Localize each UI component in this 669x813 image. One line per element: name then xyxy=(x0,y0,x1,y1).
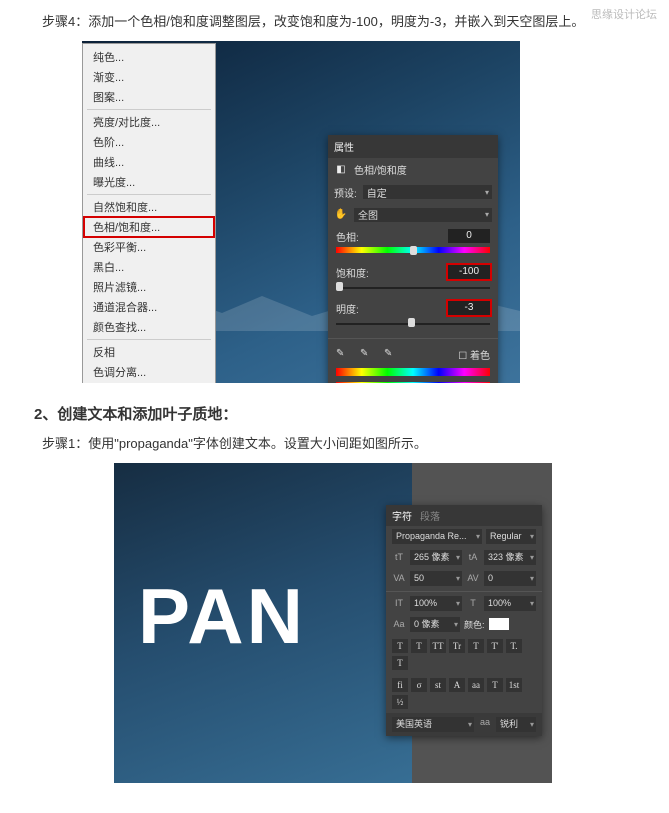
sat-label: 饱和度: xyxy=(336,265,380,280)
menu-item[interactable]: 阈值... xyxy=(83,382,215,383)
range-dropdown[interactable]: 全图 xyxy=(354,208,492,222)
kerning-icon: VA xyxy=(392,573,406,583)
hue-label: 色相: xyxy=(336,229,380,244)
menu-item-hue-sat[interactable]: 色相/饱和度... xyxy=(83,216,215,238)
eyedropper-plus-icon[interactable]: ✎ xyxy=(360,348,372,360)
type-chip[interactable]: Tr xyxy=(449,639,465,653)
tab-paragraph[interactable]: 段落 xyxy=(420,508,440,523)
leading-icon: tA xyxy=(466,552,480,562)
output-gradient xyxy=(336,382,490,383)
menu-item[interactable]: 色调分离... xyxy=(83,362,215,382)
eyedropper-minus-icon[interactable]: ✎ xyxy=(384,348,396,360)
type-chip[interactable]: TT xyxy=(430,639,446,653)
sat-slider-thumb[interactable] xyxy=(336,282,343,291)
input-gradient xyxy=(336,368,490,376)
ot-chip[interactable]: σ xyxy=(411,678,427,692)
properties-panel: 属性 ◧ 色相/饱和度 预设: 自定 ✋ 全图 色相: 0 饱和度: -100 … xyxy=(328,135,498,383)
adjustment-menu: 纯色... 渐变... 图案... 亮度/对比度... 色阶... 曲线... … xyxy=(82,43,216,383)
adjustment-type-icon: ◧ xyxy=(334,162,348,176)
menu-item[interactable]: 图案... xyxy=(83,87,215,107)
type-chip[interactable]: T xyxy=(411,639,427,653)
light-slider-thumb[interactable] xyxy=(408,318,415,327)
menu-item[interactable]: 色阶... xyxy=(83,132,215,152)
menu-item[interactable]: 通道混合器... xyxy=(83,297,215,317)
vscale-field[interactable]: 100% xyxy=(410,596,462,611)
font-style-dropdown[interactable]: Regular xyxy=(486,529,536,544)
type-chip[interactable]: T xyxy=(468,639,484,653)
opentype-row: fi σ st A aa T 1st ½ xyxy=(386,674,542,713)
screenshot-hue-sat: 纯色... 渐变... 图案... 亮度/对比度... 色阶... 曲线... … xyxy=(82,41,520,383)
sat-value[interactable]: -100 xyxy=(448,265,490,279)
type-chip[interactable]: T. xyxy=(506,639,522,653)
tracking-field[interactable]: 0 xyxy=(484,571,536,586)
vscale-icon: IT xyxy=(392,598,406,608)
baseline-field[interactable]: 0 像素 xyxy=(410,617,460,632)
canvas-text: PAN xyxy=(138,571,306,662)
leading-field[interactable]: 323 像素 xyxy=(484,550,536,565)
aa-icon: aa xyxy=(478,717,492,732)
ot-chip[interactable]: A xyxy=(449,678,465,692)
step1-text: 步骤1：使用"propaganda"字体创建文本。设置大小间距如图所示。 xyxy=(42,434,659,455)
canvas-area: PAN xyxy=(114,463,412,783)
colorize-label[interactable]: 着色 xyxy=(470,351,490,362)
ot-chip[interactable]: T xyxy=(487,678,503,692)
ot-chip[interactable]: aa xyxy=(468,678,484,692)
screenshot-text-panel: PAN 字符 段落 Propaganda Re... Regular tT 26… xyxy=(114,463,552,783)
step4-text: 步骤4：添加一个色相/饱和度调整图层，改变饱和度为-100，明度为-3，并嵌入到… xyxy=(42,12,659,33)
hand-icon[interactable]: ✋ xyxy=(334,208,348,222)
light-label: 明度: xyxy=(336,301,380,316)
preset-dropdown[interactable]: 自定 xyxy=(363,185,492,199)
menu-item[interactable]: 纯色... xyxy=(83,47,215,67)
panel-title: 色相/饱和度 xyxy=(354,162,407,177)
light-value[interactable]: -3 xyxy=(448,301,490,315)
watermark: 思缘设计论坛 xyxy=(591,6,657,22)
ot-chip[interactable]: 1st xyxy=(506,678,522,692)
tracking-icon: AV xyxy=(466,573,480,583)
color-label: 颜色: xyxy=(464,618,485,631)
type-chip[interactable]: T xyxy=(392,639,408,653)
color-swatch[interactable] xyxy=(489,618,509,630)
menu-item[interactable]: 反相 xyxy=(83,342,215,362)
menu-item[interactable]: 曝光度... xyxy=(83,172,215,192)
menu-item[interactable]: 曲线... xyxy=(83,152,215,172)
antialias-dropdown[interactable]: 锐利 xyxy=(496,717,536,732)
ot-chip[interactable]: fi xyxy=(392,678,408,692)
hscale-field[interactable]: 100% xyxy=(484,596,536,611)
menu-item[interactable]: 亮度/对比度... xyxy=(83,112,215,132)
type-chip[interactable]: T' xyxy=(487,639,503,653)
eyedropper-icon[interactable]: ✎ xyxy=(336,348,348,360)
ot-chip[interactable]: st xyxy=(430,678,446,692)
menu-item[interactable]: 黑白... xyxy=(83,257,215,277)
menu-item[interactable]: 渐变... xyxy=(83,67,215,87)
hscale-icon: T xyxy=(466,598,480,608)
menu-item[interactable]: 色彩平衡... xyxy=(83,237,215,257)
hue-value[interactable]: 0 xyxy=(448,229,490,243)
type-style-row: T T TT Tr T T' T. T xyxy=(386,635,542,674)
font-size-icon: tT xyxy=(392,552,406,562)
type-chip[interactable]: T xyxy=(392,656,408,670)
hue-slider-thumb[interactable] xyxy=(410,246,417,255)
font-family-dropdown[interactable]: Propaganda Re... xyxy=(392,529,482,544)
section-heading-2: 2、创建文本和添加叶子质地： xyxy=(34,403,659,424)
language-dropdown[interactable]: 美国英语 xyxy=(392,717,474,732)
menu-item[interactable]: 自然饱和度... xyxy=(83,197,215,217)
panel-tab[interactable]: 属性 xyxy=(334,139,354,154)
ot-chip[interactable]: ½ xyxy=(392,695,408,709)
menu-item[interactable]: 照片滤镜... xyxy=(83,277,215,297)
baseline-icon: Aa xyxy=(392,619,406,629)
font-size-field[interactable]: 265 像素 xyxy=(410,550,462,565)
menu-item[interactable]: 颜色查找... xyxy=(83,317,215,337)
preset-label: 预设: xyxy=(334,185,357,200)
character-panel: 字符 段落 Propaganda Re... Regular tT 265 像素… xyxy=(386,505,542,736)
tab-character[interactable]: 字符 xyxy=(392,508,412,523)
kerning-field[interactable]: 50 xyxy=(410,571,462,586)
